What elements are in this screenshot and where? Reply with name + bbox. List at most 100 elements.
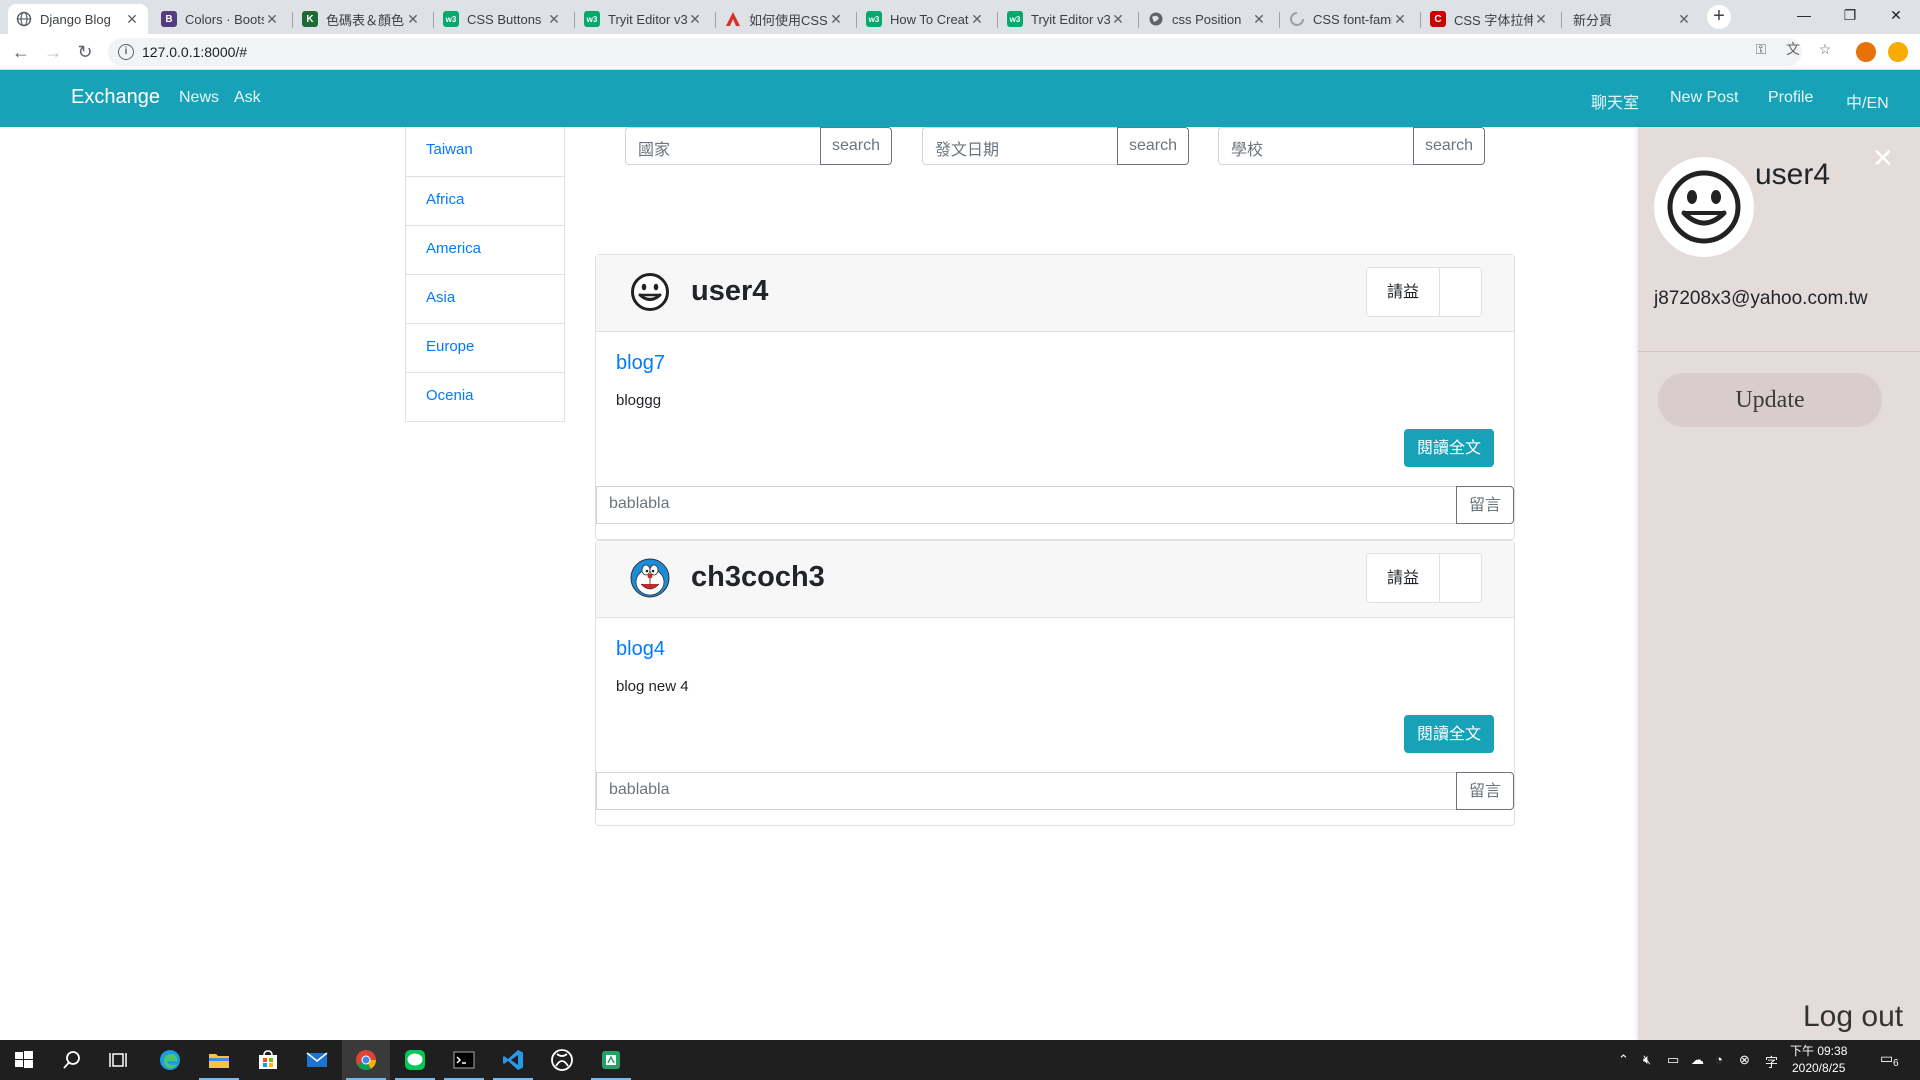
region-america[interactable]: America: [406, 225, 564, 274]
tab-close-icon[interactable]: ✕: [1110, 11, 1126, 27]
minimize-icon[interactable]: —: [1781, 0, 1827, 32]
post-title[interactable]: blog4: [616, 638, 665, 661]
mail-icon[interactable]: [305, 1048, 329, 1072]
tab-bootstrap-colors[interactable]: B Colors · Bootstrap ✕: [153, 4, 288, 34]
post-title[interactable]: blog7: [616, 352, 665, 375]
tab-css-font-family[interactable]: CSS font-family ✕: [1281, 4, 1416, 34]
post-author[interactable]: ch3coch3: [691, 561, 825, 594]
tab-close-icon[interactable]: ✕: [1251, 11, 1267, 27]
nav-ask[interactable]: Ask: [234, 89, 261, 107]
tab-close-icon[interactable]: ✕: [124, 11, 140, 27]
blocked-icon[interactable]: ⊗: [1739, 1052, 1750, 1068]
read-more-button[interactable]: 閱讀全文: [1404, 715, 1494, 753]
region-taiwan[interactable]: Taiwan: [406, 127, 564, 176]
post-header: ch3coch3 請益: [596, 541, 1514, 618]
search-date-input[interactable]: 發文日期: [922, 127, 1118, 165]
terminal-icon[interactable]: [452, 1048, 476, 1072]
logout-link[interactable]: Log out: [1803, 1000, 1903, 1034]
tab-close-icon[interactable]: ✕: [1533, 11, 1549, 27]
region-africa[interactable]: Africa: [406, 176, 564, 225]
comment-input[interactable]: bablabla: [596, 486, 1456, 524]
nav-profile[interactable]: Profile: [1768, 89, 1813, 107]
smiley-icon[interactable]: [630, 272, 670, 312]
file-explorer-icon[interactable]: [207, 1048, 231, 1072]
read-more-button[interactable]: 閱讀全文: [1404, 429, 1494, 467]
region-europe[interactable]: Europe: [406, 323, 564, 372]
nav-new-post[interactable]: New Post: [1670, 89, 1738, 107]
tab-how-to-create[interactable]: w3 How To Create ✕: [858, 4, 993, 34]
omnibox[interactable]: i 127.0.0.1:8000/#: [108, 38, 1802, 66]
ask-button[interactable]: 請益: [1366, 267, 1440, 317]
system-clock[interactable]: 下午 09:38 2020/8/25: [1790, 1043, 1847, 1077]
search-date-button[interactable]: search: [1117, 127, 1189, 165]
nav-news[interactable]: News: [179, 89, 219, 107]
site-info-icon[interactable]: i: [118, 44, 134, 60]
chrome-icon[interactable]: [354, 1048, 378, 1072]
task-view-icon[interactable]: [108, 1048, 132, 1072]
close-window-icon[interactable]: ✕: [1873, 0, 1919, 32]
onedrive-icon[interactable]: ☁: [1691, 1052, 1704, 1068]
keyboard-lang-icon[interactable]: 字: [1765, 1052, 1778, 1071]
line-icon[interactable]: [403, 1048, 427, 1072]
notification-icon[interactable]: ▭: [1880, 1050, 1893, 1067]
volume-muted-icon[interactable]: 🔇︎: [1643, 1052, 1651, 1068]
post-author[interactable]: user4: [691, 275, 768, 308]
tab-css-position[interactable]: css Position ✕: [1140, 4, 1275, 34]
tab-tryit-2[interactable]: w3 Tryit Editor v3 ✕: [999, 4, 1134, 34]
comment-button[interactable]: 留言: [1456, 772, 1514, 810]
new-tab-button[interactable]: +: [1707, 5, 1731, 29]
tab-close-icon[interactable]: ✕: [1676, 11, 1692, 27]
tab-close-icon[interactable]: ✕: [405, 11, 421, 27]
search-school-input[interactable]: 學校: [1218, 127, 1414, 165]
vscode-icon[interactable]: [501, 1048, 525, 1072]
key-icon[interactable]: ⚿: [1752, 40, 1770, 58]
doraemon-avatar[interactable]: [630, 558, 670, 598]
tab-new-tab[interactable]: 新分頁 ✕: [1563, 4, 1700, 34]
tab-tryit-1[interactable]: w3 Tryit Editor v3 ✕: [576, 4, 711, 34]
tab-css-buttons[interactable]: w3 CSS Buttons ✕: [435, 4, 570, 34]
battery-icon[interactable]: ▭: [1667, 1052, 1679, 1068]
nav-chatroom[interactable]: 聊天室: [1591, 89, 1639, 113]
tab-css-font-stretch[interactable]: C CSS 字体拉伸 ✕: [1422, 4, 1557, 34]
nav-language[interactable]: 中/EN: [1846, 89, 1889, 113]
blank-button[interactable]: [1440, 553, 1482, 603]
tab-close-icon[interactable]: ✕: [1392, 11, 1408, 27]
forward-arrow-icon[interactable]: →: [41, 40, 65, 64]
close-panel-icon[interactable]: ✕: [1872, 143, 1894, 174]
comment-input[interactable]: bablabla: [596, 772, 1456, 810]
comment-button[interactable]: 留言: [1456, 486, 1514, 524]
search-country-input[interactable]: 國家: [625, 127, 821, 165]
maximize-icon[interactable]: ❐: [1827, 0, 1873, 32]
tab-color-table[interactable]: K 色碼表＆顏色 ✕: [294, 4, 429, 34]
tab-django-blog[interactable]: Django Blog ✕: [8, 4, 148, 34]
ask-button[interactable]: 請益: [1366, 553, 1440, 603]
tab-close-icon[interactable]: ✕: [264, 11, 280, 27]
translate-icon[interactable]: 文: [1784, 40, 1802, 58]
back-arrow-icon[interactable]: ←: [9, 40, 33, 64]
xbox-icon[interactable]: [550, 1048, 574, 1072]
tab-close-icon[interactable]: ✕: [969, 11, 985, 27]
windows-start-icon[interactable]: [12, 1048, 36, 1072]
update-button[interactable]: Update: [1658, 373, 1882, 427]
blank-button[interactable]: [1440, 267, 1482, 317]
tab-close-icon[interactable]: ✕: [687, 11, 703, 27]
store-icon[interactable]: [256, 1048, 280, 1072]
green-app-icon[interactable]: [599, 1048, 623, 1072]
tab-close-icon[interactable]: ✕: [546, 11, 562, 27]
star-icon[interactable]: ☆: [1816, 40, 1834, 58]
search-icon[interactable]: [60, 1048, 84, 1072]
tab-close-icon[interactable]: ✕: [828, 11, 844, 27]
chevron-up-icon[interactable]: ⌃: [1618, 1052, 1629, 1068]
profile-extension-icon[interactable]: [1856, 42, 1876, 62]
brand-logo[interactable]: Exchange: [71, 86, 160, 109]
reload-icon[interactable]: ↻: [73, 40, 97, 64]
region-ocenia[interactable]: Ocenia: [406, 372, 564, 421]
profile-email: j87208x3@yahoo.com.tw: [1654, 288, 1868, 309]
edge-icon[interactable]: [158, 1048, 182, 1072]
region-asia[interactable]: Asia: [406, 274, 564, 323]
wifi-icon[interactable]: ◔: [1715, 1052, 1723, 1067]
search-country-button[interactable]: search: [820, 127, 892, 165]
extension-icon[interactable]: [1888, 42, 1908, 62]
search-school-button[interactable]: search: [1413, 127, 1485, 165]
tab-how-css[interactable]: 如何使用CSS ✕: [717, 4, 852, 34]
